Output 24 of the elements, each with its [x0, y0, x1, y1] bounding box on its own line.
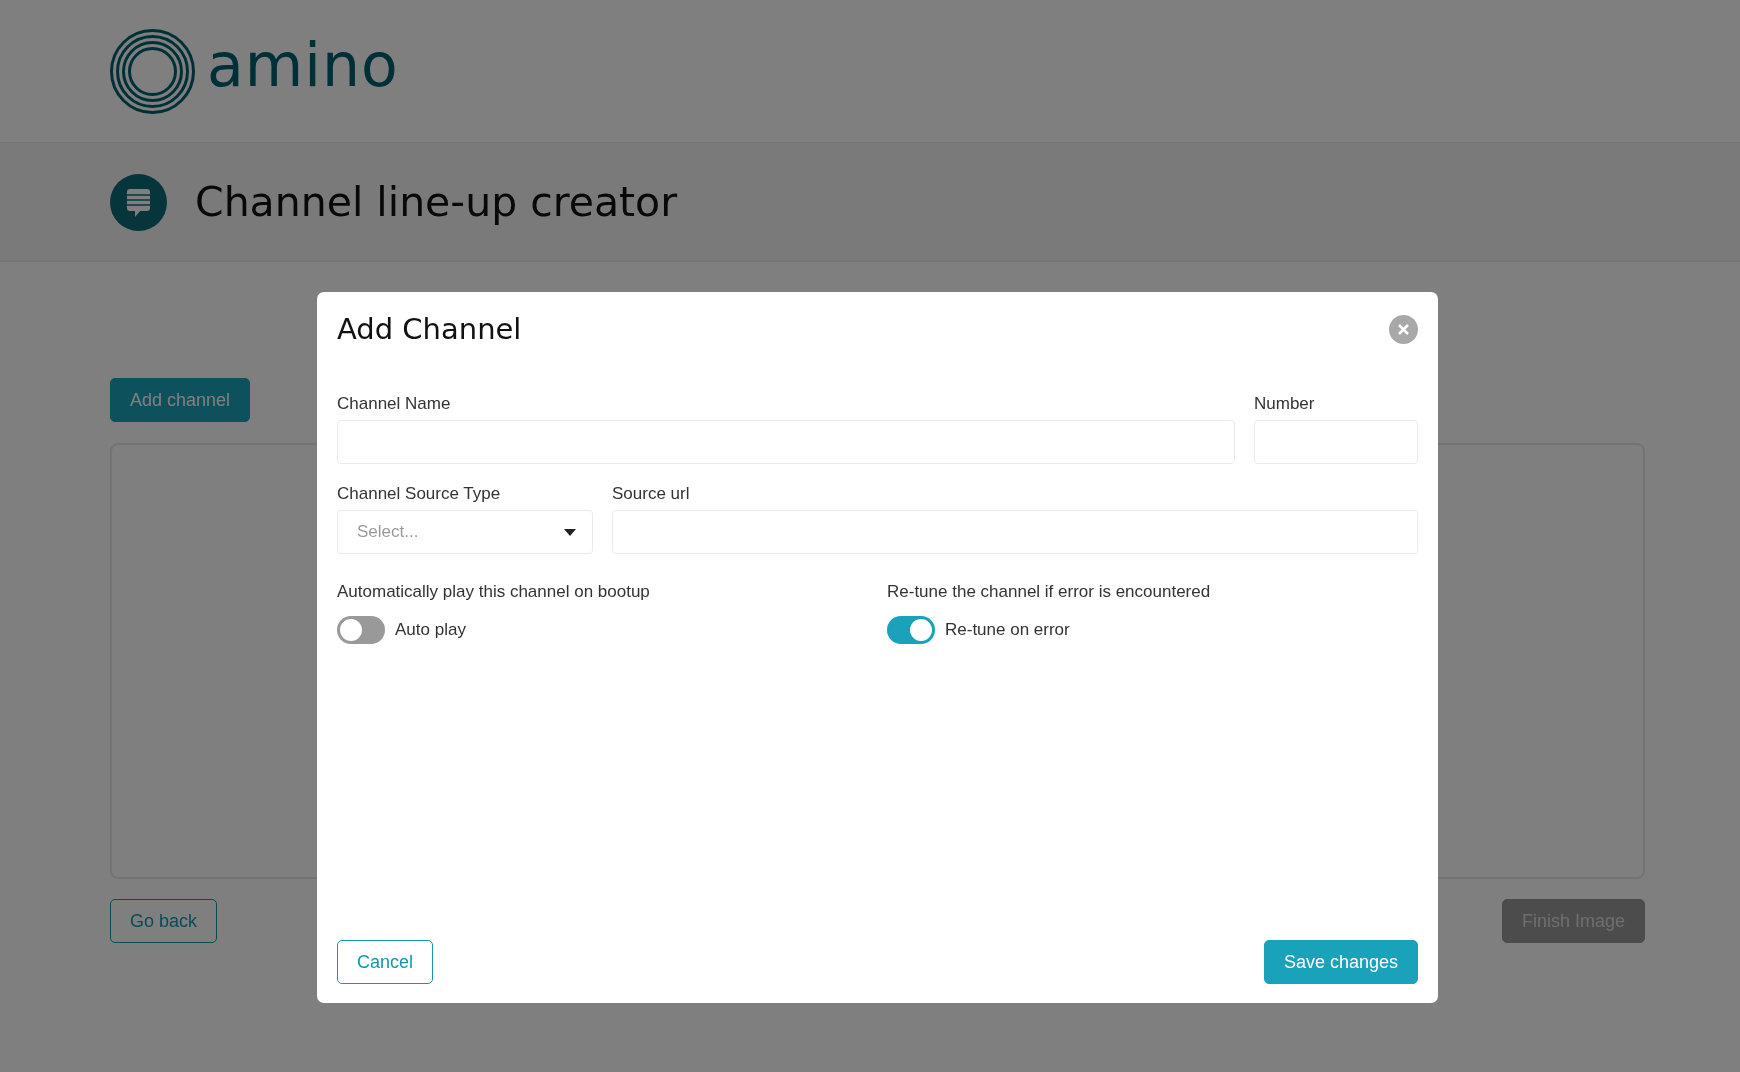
field-label: Source url: [612, 484, 691, 504]
field-label: Number: [1254, 394, 1316, 414]
close-icon: [1398, 323, 1409, 335]
dialog-title: Add Channel: [337, 312, 522, 346]
toggle-switch[interactable]: [337, 616, 385, 644]
toggle-label: Auto play: [395, 620, 466, 640]
logo-rings-icon: [110, 28, 195, 114]
caret-icon: [564, 528, 576, 536]
chat-icon: [110, 173, 167, 231]
save-changes-button[interactable]: Save changes: [1263, 940, 1418, 984]
toggle-switch[interactable]: [887, 616, 935, 644]
select-field[interactable]: Select...: [337, 510, 593, 554]
logo-text: amino: [207, 35, 399, 95]
select-placeholder: Select...: [357, 522, 419, 542]
toggle-label: Re-tune on error: [945, 620, 1070, 640]
field-label: Channel Name: [337, 394, 452, 414]
cancel-button[interactable]: Cancel: [337, 940, 434, 984]
close-button[interactable]: [1389, 314, 1418, 344]
add-channel-button[interactable]: Add channel: [110, 378, 251, 422]
toggle-description: Re-tune the channel if error is encountered: [887, 582, 1212, 602]
page-title: Channel line-up creator: [195, 178, 678, 226]
toggle-description: Automatically play this channel on bootup: [337, 582, 651, 602]
field-label: Channel Source Type: [337, 484, 502, 504]
go-back-button[interactable]: Go back: [110, 899, 218, 943]
